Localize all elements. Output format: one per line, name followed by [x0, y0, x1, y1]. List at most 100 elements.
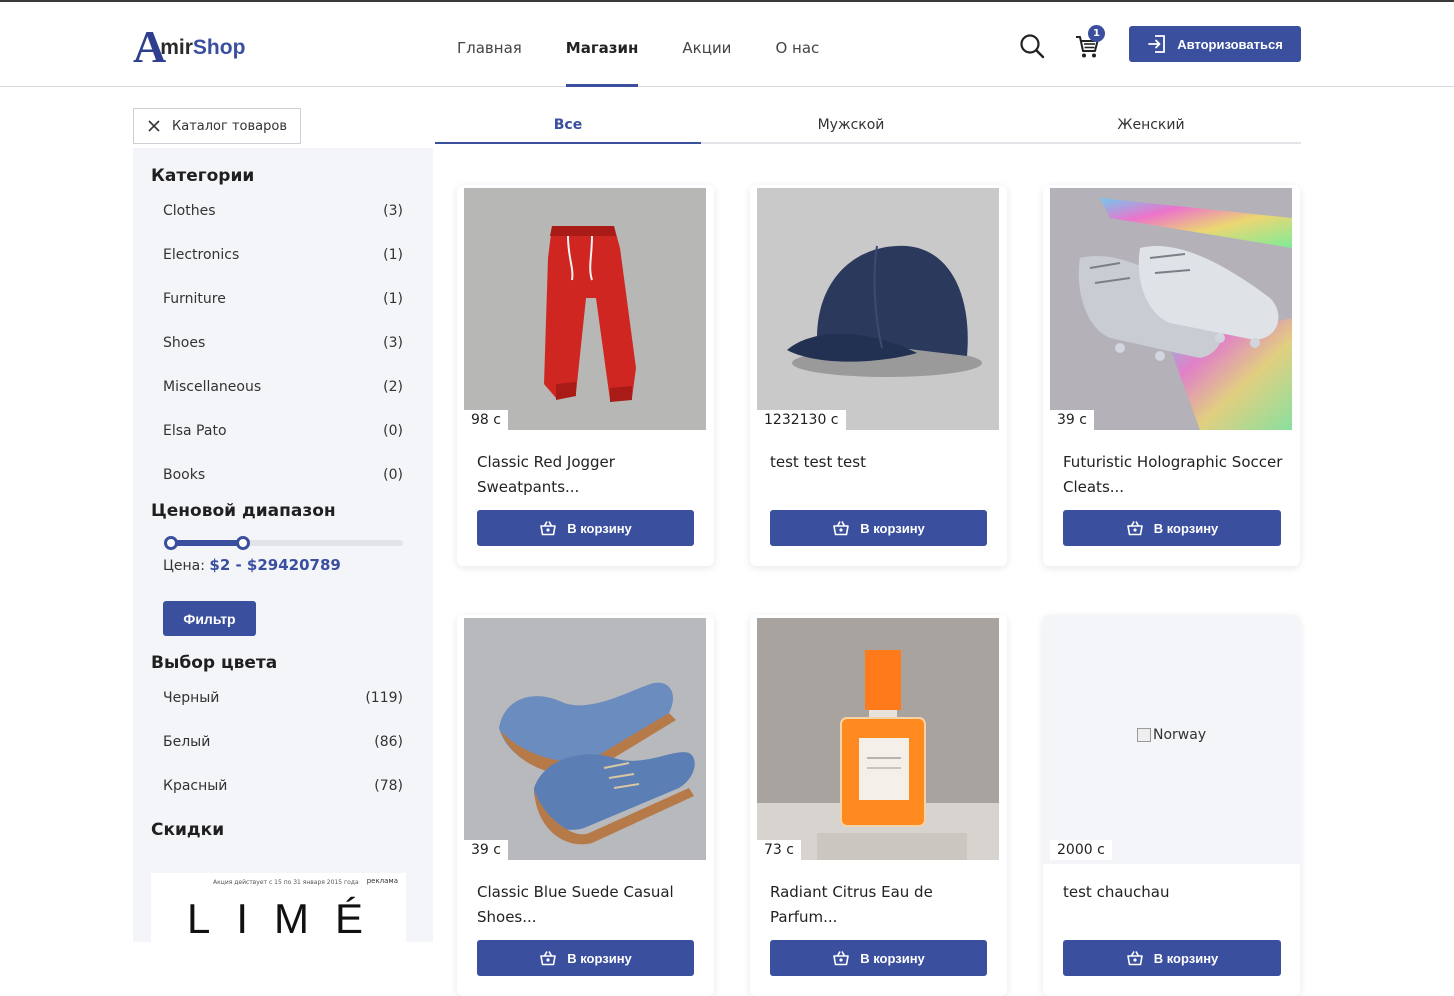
image-alt-text: Norway [1153, 727, 1207, 743]
product-price: 73 с [757, 840, 801, 860]
add-to-cart-button[interactable]: В корзину [477, 510, 694, 546]
category-label: Elsa Pato [163, 423, 227, 439]
category-label: Miscellaneous [163, 379, 262, 395]
product-card[interactable]: 73 с Radiant Citrus Eau de Parfum... В к… [750, 615, 1007, 996]
discounts-heading: Скидки [151, 820, 225, 840]
basket-icon [540, 951, 557, 966]
product-card[interactable]: 98 с Classic Red Jogger Sweatpants... В … [457, 185, 714, 566]
category-item-shoes[interactable]: Shoes (3) [163, 335, 403, 351]
product-name[interactable]: Radiant Citrus Eau de Parfum... [770, 880, 995, 930]
catalog-button-label: Каталог товаров [172, 118, 287, 134]
search-icon[interactable] [1018, 32, 1046, 60]
color-label: Черный [163, 690, 220, 706]
filter-button[interactable]: Фильтр [163, 601, 256, 636]
site-header: A mir Shop Главная Магазин Акции О нас 1… [0, 2, 1454, 87]
category-label: Electronics [163, 247, 240, 263]
product-price: 39 с [464, 840, 508, 860]
category-count: (2) [383, 379, 403, 395]
cart-count-badge: 1 [1088, 25, 1105, 42]
ad-small-text: Акция действует с 15 по 31 января 2015 г… [213, 879, 359, 886]
product-card[interactable]: 39 с Futuristic Holographic Soccer Cleat… [1043, 185, 1300, 566]
category-item-miscellaneous[interactable]: Miscellaneous (2) [163, 379, 403, 395]
site-logo[interactable]: A mir Shop [133, 24, 246, 70]
basket-icon [540, 521, 557, 536]
add-to-cart-button[interactable]: В корзину [770, 940, 987, 976]
broken-image-alt: Norway [1137, 727, 1206, 743]
category-count: (1) [383, 247, 403, 263]
product-card[interactable]: 1232130 с test test test В корзину [750, 185, 1007, 566]
ad-brand: LIMÉ [187, 895, 390, 942]
tab-men[interactable]: Мужской [718, 107, 984, 144]
category-item-books[interactable]: Books (0) [163, 467, 403, 483]
product-price: 1232130 с [757, 410, 846, 430]
login-button-label: Авторизоваться [1177, 36, 1283, 52]
logo-text-mir: mir [160, 36, 193, 59]
price-label: Цена: [163, 558, 205, 574]
product-image-broken[interactable]: Norway [1043, 615, 1300, 864]
login-button[interactable]: Авторизоваться [1129, 26, 1301, 62]
gender-tabs: Все Мужской Женский [435, 107, 1301, 144]
color-label: Белый [163, 734, 211, 750]
category-label: Books [163, 467, 206, 483]
filter-sidebar: Категории Clothes (3) Electronics (1) Fu… [133, 148, 433, 953]
tab-all[interactable]: Все [435, 107, 701, 144]
categories-heading: Категории [151, 166, 255, 186]
add-to-cart-label: В корзину [567, 950, 632, 966]
price-slider-min-handle[interactable] [164, 536, 178, 550]
product-image-blue-suede-shoes[interactable] [464, 618, 706, 860]
product-image-orange-perfume[interactable] [757, 618, 999, 860]
color-item-white[interactable]: Белый (86) [163, 734, 403, 750]
catalog-toggle-button[interactable]: Каталог товаров [133, 108, 301, 144]
category-item-electronics[interactable]: Electronics (1) [163, 247, 403, 263]
nav-home[interactable]: Главная [435, 2, 544, 87]
price-slider-max-handle[interactable] [236, 536, 250, 550]
nav-about[interactable]: О нас [753, 2, 841, 87]
product-price: 2000 с [1050, 840, 1112, 860]
add-to-cart-button[interactable]: В корзину [1063, 510, 1281, 546]
category-count: (0) [383, 467, 403, 483]
color-item-black[interactable]: Черный (119) [163, 690, 403, 706]
add-to-cart-button[interactable]: В корзину [770, 510, 987, 546]
login-icon [1148, 35, 1166, 53]
add-to-cart-label: В корзину [1153, 520, 1219, 536]
add-to-cart-button[interactable]: В корзину [1063, 940, 1281, 976]
nav-promotions[interactable]: Акции [660, 2, 753, 87]
category-item-clothes[interactable]: Clothes (3) [163, 203, 403, 219]
color-count: (86) [374, 734, 403, 750]
category-item-furniture[interactable]: Furniture (1) [163, 291, 403, 307]
tab-women[interactable]: Женский [1018, 107, 1284, 144]
product-image-holographic-cleats[interactable] [1050, 188, 1292, 430]
basket-icon [833, 951, 850, 966]
product-name[interactable]: Classic Red Jogger Sweatpants... [477, 450, 702, 500]
category-label: Shoes [163, 335, 206, 351]
add-to-cart-label: В корзину [1153, 950, 1219, 966]
product-image-red-sweatpants[interactable] [464, 188, 706, 430]
category-count: (3) [383, 203, 403, 219]
broken-image-icon [1137, 728, 1151, 742]
category-count: (0) [383, 423, 403, 439]
basket-icon [1126, 521, 1143, 536]
price-range-heading: Ценовой диапазон [151, 501, 336, 521]
product-name[interactable]: test chauchau [1063, 880, 1288, 905]
color-heading: Выбор цвета [151, 653, 278, 673]
main-nav: Главная Магазин Акции О нас [435, 2, 841, 87]
product-card[interactable]: 39 с Classic Blue Suede Casual Shoes... … [457, 615, 714, 996]
category-item-elsa-pato[interactable]: Elsa Pato (0) [163, 423, 403, 439]
product-price: 98 с [464, 410, 508, 430]
add-to-cart-label: В корзину [860, 520, 925, 536]
product-name[interactable]: Classic Blue Suede Casual Shoes... [477, 880, 702, 930]
nav-shop[interactable]: Магазин [544, 2, 661, 87]
add-to-cart-button[interactable]: В корзину [477, 940, 694, 976]
product-name[interactable]: Futuristic Holographic Soccer Cleats... [1063, 450, 1288, 500]
product-card[interactable]: Norway 2000 с test chauchau В корзину [1043, 615, 1300, 996]
color-label: Красный [163, 778, 228, 794]
color-item-red[interactable]: Красный (78) [163, 778, 403, 794]
category-count: (3) [383, 335, 403, 351]
price-value: $2 - $29420789 [209, 556, 341, 574]
product-name[interactable]: test test test [770, 450, 995, 475]
color-count: (78) [374, 778, 403, 794]
category-count: (1) [383, 291, 403, 307]
logo-text-shop: Shop [192, 36, 246, 59]
product-image-navy-cap[interactable] [757, 188, 999, 430]
ad-banner[interactable]: Акция действует с 15 по 31 января 2015 г… [151, 873, 406, 953]
